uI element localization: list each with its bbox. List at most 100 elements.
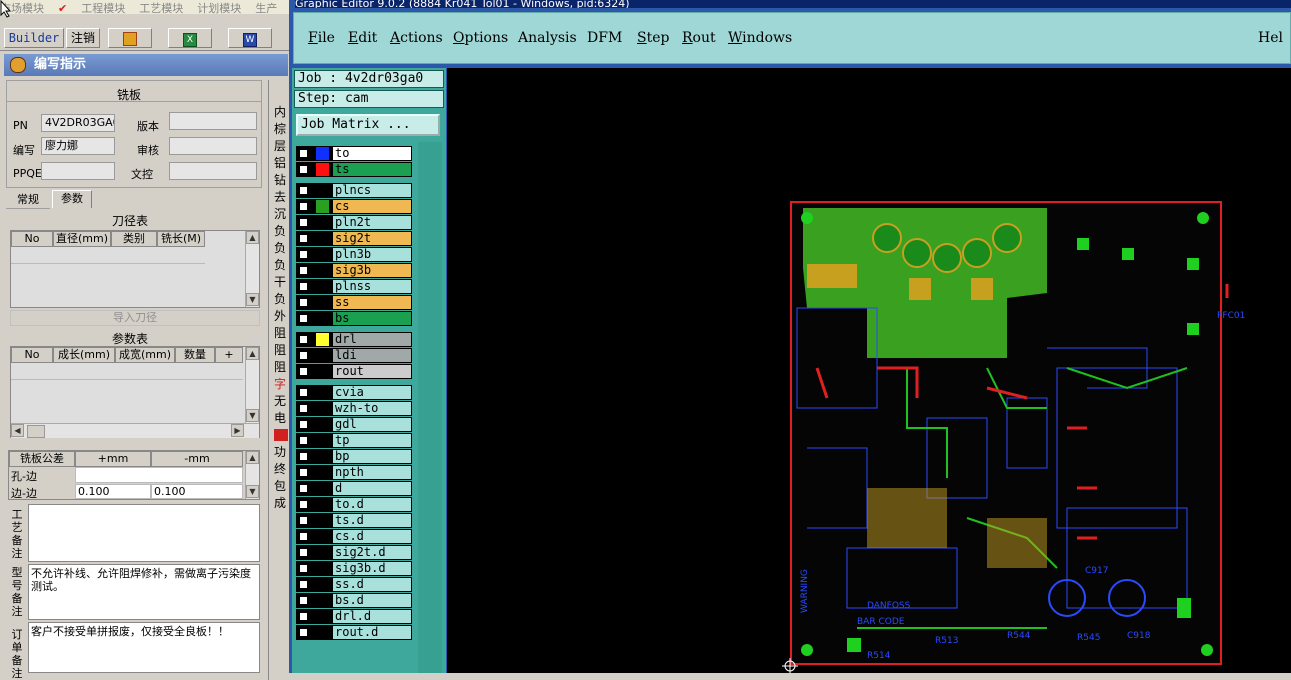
- side-step-item[interactable]: 阻: [274, 342, 288, 359]
- layer-row-drl[interactable]: drl: [296, 332, 416, 347]
- import-tool-button[interactable]: 导入刀径: [10, 310, 260, 326]
- layer-checkbox[interactable]: [299, 351, 308, 360]
- scroll-up-icon[interactable]: ▲: [246, 347, 259, 360]
- layer-checkbox[interactable]: [299, 335, 308, 344]
- layer-checkbox[interactable]: [299, 314, 308, 323]
- review-field[interactable]: [169, 137, 257, 155]
- layer-color-swatch[interactable]: [316, 450, 329, 463]
- layer-row-cvia[interactable]: cvia: [296, 385, 416, 400]
- layer-row-rout[interactable]: rout: [296, 364, 416, 379]
- side-step-item[interactable]: 铝: [274, 155, 288, 172]
- layer-checkbox[interactable]: [299, 484, 308, 493]
- menu-windows[interactable]: Windows: [728, 30, 792, 46]
- layer-checkbox[interactable]: [299, 186, 308, 195]
- layer-name[interactable]: ts: [332, 162, 412, 177]
- layer-row-pln3b[interactable]: pln3b: [296, 247, 416, 262]
- layer-name[interactable]: rout: [332, 364, 412, 379]
- layer-name[interactable]: bs.d: [332, 593, 412, 608]
- graphic-canvas[interactable]: DANFOSS BAR CODE WARNING R514 R513 R544 …: [447, 68, 1291, 673]
- layer-name[interactable]: to.d: [332, 497, 412, 512]
- layer-row-bp[interactable]: bp: [296, 449, 416, 464]
- layer-name[interactable]: npth: [332, 465, 412, 480]
- tab-params[interactable]: 参数: [52, 190, 92, 208]
- side-step-item[interactable]: 负: [274, 223, 288, 240]
- layer-name[interactable]: tp: [332, 433, 412, 448]
- layer-name[interactable]: ts.d: [332, 513, 412, 528]
- side-step-item[interactable]: 沉: [274, 206, 288, 223]
- writer-field[interactable]: 廖力娜: [41, 137, 115, 155]
- menu-edit[interactable]: Edit: [348, 30, 377, 46]
- layer-row-rout.d[interactable]: rout.d: [296, 625, 416, 640]
- layer-row-sig3b.d[interactable]: sig3b.d: [296, 561, 416, 576]
- layer-color-swatch[interactable]: [316, 418, 329, 431]
- menu-dfm[interactable]: DFM: [587, 30, 622, 46]
- layer-row-npth[interactable]: npth: [296, 465, 416, 480]
- menu-actions[interactable]: Actions: [390, 30, 443, 46]
- layer-row-to.d[interactable]: to.d: [296, 497, 416, 512]
- side-step-item[interactable]: 阻: [274, 359, 288, 376]
- side-step-item[interactable]: 包: [274, 478, 288, 495]
- layer-color-swatch[interactable]: [316, 200, 329, 213]
- process-notes-field[interactable]: [28, 504, 260, 562]
- side-step-item[interactable]: 阻: [274, 325, 288, 342]
- layer-name[interactable]: plncs: [332, 183, 412, 198]
- layer-color-swatch[interactable]: [316, 594, 329, 607]
- param-table-scrollbar[interactable]: ▲ ▼: [245, 347, 259, 423]
- layer-row-ts[interactable]: ts: [296, 162, 416, 177]
- layer-checkbox[interactable]: [299, 250, 308, 259]
- layer-checkbox[interactable]: [299, 165, 308, 174]
- layer-name[interactable]: bp: [332, 449, 412, 464]
- layer-checkbox[interactable]: [299, 420, 308, 429]
- scroll-down-icon[interactable]: ▼: [246, 293, 259, 306]
- layer-color-swatch[interactable]: [316, 546, 329, 559]
- layer-name[interactable]: plnss: [332, 279, 412, 294]
- layer-color-swatch[interactable]: [316, 280, 329, 293]
- layer-color-swatch[interactable]: [316, 498, 329, 511]
- layer-checkbox[interactable]: [299, 266, 308, 275]
- layer-checkbox[interactable]: [299, 149, 308, 158]
- side-step-item[interactable]: 棕: [274, 121, 288, 138]
- param-col-length[interactable]: 成长(mm): [53, 347, 115, 363]
- layer-row-bs[interactable]: bs: [296, 311, 416, 326]
- param-col-width[interactable]: 成宽(mm): [115, 347, 175, 363]
- layer-name[interactable]: to: [332, 146, 412, 161]
- excel-icon[interactable]: X: [168, 28, 212, 48]
- layer-checkbox[interactable]: [299, 298, 308, 307]
- layer-name[interactable]: ldi: [332, 348, 412, 363]
- tool-col-type[interactable]: 类别: [111, 231, 157, 247]
- scroll-down-icon[interactable]: ▼: [246, 485, 259, 498]
- layer-checkbox[interactable]: [299, 468, 308, 477]
- layer-name[interactable]: cs: [332, 199, 412, 214]
- param-col-add[interactable]: +: [215, 347, 243, 363]
- side-step-item[interactable]: 去: [274, 189, 288, 206]
- tol-edge-edge-minus[interactable]: 0.100: [151, 484, 243, 499]
- tool-col-no[interactable]: No: [11, 231, 53, 247]
- layer-color-swatch[interactable]: [316, 184, 329, 197]
- layer-checkbox[interactable]: [299, 596, 308, 605]
- hscroll-thumb[interactable]: [27, 425, 45, 438]
- tolerance-scrollbar[interactable]: ▲ ▼: [245, 451, 259, 499]
- builder-button[interactable]: Builder: [4, 28, 64, 48]
- word-icon[interactable]: W: [228, 28, 272, 48]
- module-menu-item[interactable]: 生产: [255, 2, 277, 14]
- module-menu-item[interactable]: ✔ 工程模块: [58, 2, 125, 14]
- side-step-item[interactable]: [274, 429, 288, 441]
- menu-options[interactable]: Options: [453, 30, 508, 46]
- scroll-right-icon[interactable]: ▶: [231, 424, 244, 437]
- param-col-qty[interactable]: 数量: [175, 347, 215, 363]
- ppt-icon[interactable]: [108, 28, 152, 48]
- side-step-item[interactable]: 成: [274, 495, 288, 512]
- model-notes-field[interactable]: 不允许补线、允许阻焊修补，需做离子污染度测试。: [28, 564, 260, 620]
- layer-checkbox[interactable]: [299, 367, 308, 376]
- ppqe-field[interactable]: [41, 162, 115, 180]
- side-step-item[interactable]: 字: [274, 376, 288, 393]
- pn-field[interactable]: 4V2DR03GA0: [41, 114, 115, 132]
- layer-checkbox[interactable]: [299, 516, 308, 525]
- tool-table-scrollbar[interactable]: ▲ ▼: [245, 231, 259, 307]
- layer-checkbox[interactable]: [299, 628, 308, 637]
- layer-row-sig2t.d[interactable]: sig2t.d: [296, 545, 416, 560]
- layer-color-swatch[interactable]: [316, 163, 329, 176]
- layer-panel-scroll[interactable]: [418, 142, 442, 673]
- layer-checkbox[interactable]: [299, 404, 308, 413]
- layer-name[interactable]: sig3b: [332, 263, 412, 278]
